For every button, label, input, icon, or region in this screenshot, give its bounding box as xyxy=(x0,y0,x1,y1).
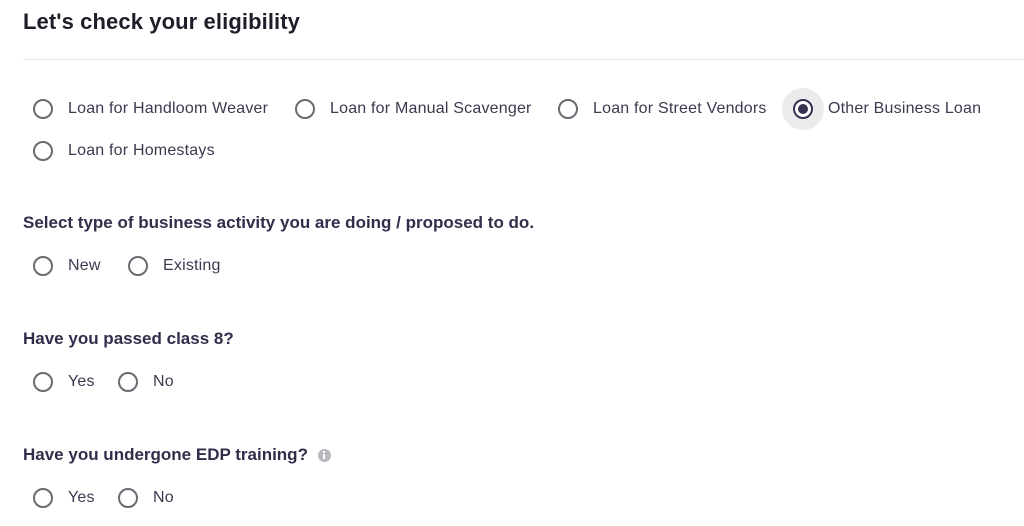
question-business-activity: Select type of business activity you are… xyxy=(23,213,535,232)
radio-loan-handloom-weaver[interactable]: Loan for Handloom Weaver xyxy=(33,99,268,119)
radio-loan-manual-scavenger[interactable]: Loan for Manual Scavenger xyxy=(295,99,532,119)
radio-circle xyxy=(118,488,138,508)
eligibility-form: Let's check your eligibility Loan for Ha… xyxy=(0,0,1024,526)
radio-label: Existing xyxy=(163,257,221,274)
radio-label: Loan for Manual Scavenger xyxy=(330,100,532,117)
radio-class8-yes[interactable]: Yes xyxy=(33,372,95,392)
info-icon[interactable] xyxy=(317,448,331,462)
radio-circle xyxy=(295,99,315,119)
radio-class8-no[interactable]: No xyxy=(118,372,174,392)
radio-loan-street-vendors[interactable]: Loan for Street Vendors xyxy=(558,99,767,119)
radio-label: New xyxy=(68,257,101,274)
radio-activity-new[interactable]: New xyxy=(33,256,101,276)
radio-label: Loan for Handloom Weaver xyxy=(68,100,269,117)
radio-circle xyxy=(33,99,53,119)
radio-circle xyxy=(128,256,148,276)
question-edp-training: Have you undergone EDP training? xyxy=(23,445,331,465)
radio-label: Other Business Loan xyxy=(828,100,982,117)
radio-circle xyxy=(118,372,138,392)
radio-label: Yes xyxy=(68,373,95,390)
radio-loan-homestays[interactable]: Loan for Homestays xyxy=(33,141,215,161)
page-title: Let's check your eligibility xyxy=(23,9,301,34)
radio-circle xyxy=(33,372,53,392)
divider xyxy=(23,59,1024,60)
question-class8: Have you passed class 8? xyxy=(23,329,234,348)
radio-circle xyxy=(33,256,53,276)
question-text: Have you undergone EDP training? xyxy=(23,445,308,464)
radio-edp-no[interactable]: No xyxy=(118,488,174,508)
radio-label: No xyxy=(153,373,174,390)
radio-circle-checked xyxy=(793,99,813,119)
radio-circle xyxy=(558,99,578,119)
radio-circle xyxy=(33,141,53,161)
radio-label: No xyxy=(153,489,174,506)
radio-label: Loan for Homestays xyxy=(68,142,215,159)
radio-other-business-loan[interactable]: Other Business Loan xyxy=(782,88,982,130)
radio-circle xyxy=(33,488,53,508)
radio-activity-existing[interactable]: Existing xyxy=(128,256,221,276)
radio-label: Loan for Street Vendors xyxy=(593,100,767,117)
radio-edp-yes[interactable]: Yes xyxy=(33,488,95,508)
radio-label: Yes xyxy=(68,489,95,506)
